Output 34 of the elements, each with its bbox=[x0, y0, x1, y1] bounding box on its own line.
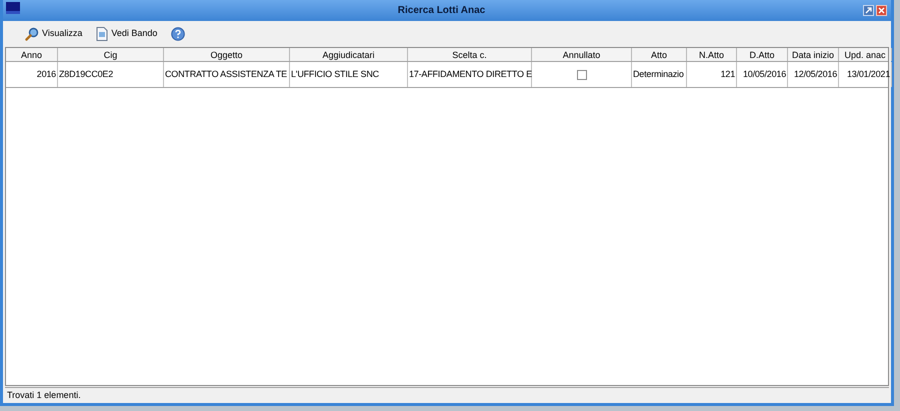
status-text: Trovati 1 elementi. bbox=[6, 388, 81, 402]
magnifier-icon bbox=[25, 27, 39, 41]
table-cell-text: CONTRATTO ASSISTENZA TE bbox=[165, 68, 287, 81]
checkbox[interactable] bbox=[576, 70, 586, 80]
restore-button[interactable] bbox=[863, 5, 874, 16]
close-icon bbox=[878, 7, 885, 14]
window-title: Ricerca Lotti Anac bbox=[398, 4, 486, 18]
table-cell-text: 12/05/2016 bbox=[794, 68, 837, 81]
table-cell-text: Determinazio bbox=[633, 68, 684, 81]
column-header[interactable]: Oggetto bbox=[164, 48, 290, 61]
table-cell-text: 10/05/2016 bbox=[742, 68, 786, 81]
column-header[interactable]: Aggiudicatari bbox=[290, 48, 408, 61]
column-header[interactable]: Annullato bbox=[532, 48, 632, 61]
table-cell-text: 2016 bbox=[36, 68, 56, 81]
table-cell-text: 121 bbox=[720, 68, 735, 81]
column-header[interactable]: Data inizio bbox=[788, 48, 839, 61]
document-icon bbox=[96, 27, 108, 41]
column-header[interactable]: Anno bbox=[6, 48, 58, 61]
column-header[interactable]: Scelta c. bbox=[408, 48, 532, 61]
arrow-icon bbox=[865, 7, 872, 14]
toolbar-button[interactable]: Vedi Bando bbox=[96, 27, 158, 41]
app-icon bbox=[6, 2, 20, 14]
table-cell-text: 13/01/2021 bbox=[846, 68, 890, 81]
help-icon[interactable] bbox=[171, 27, 186, 41]
toolbar-button[interactable]: Visualizza bbox=[25, 27, 82, 41]
column-header[interactable]: Cig bbox=[58, 48, 164, 61]
column-header[interactable]: D.Atto bbox=[737, 48, 788, 61]
column-header[interactable]: N.Atto bbox=[687, 48, 737, 61]
table-cell-text: Z8D19CC0E2 bbox=[59, 68, 114, 81]
table-cell-text: L'UFFICIO STILE SNC bbox=[291, 68, 379, 81]
close-button[interactable] bbox=[876, 5, 887, 16]
column-header[interactable]: Atto bbox=[632, 48, 687, 61]
column-header[interactable]: Upd. anac bbox=[839, 48, 892, 61]
table-cell-text: 17-AFFIDAMENTO DIRETTO E bbox=[409, 68, 532, 81]
